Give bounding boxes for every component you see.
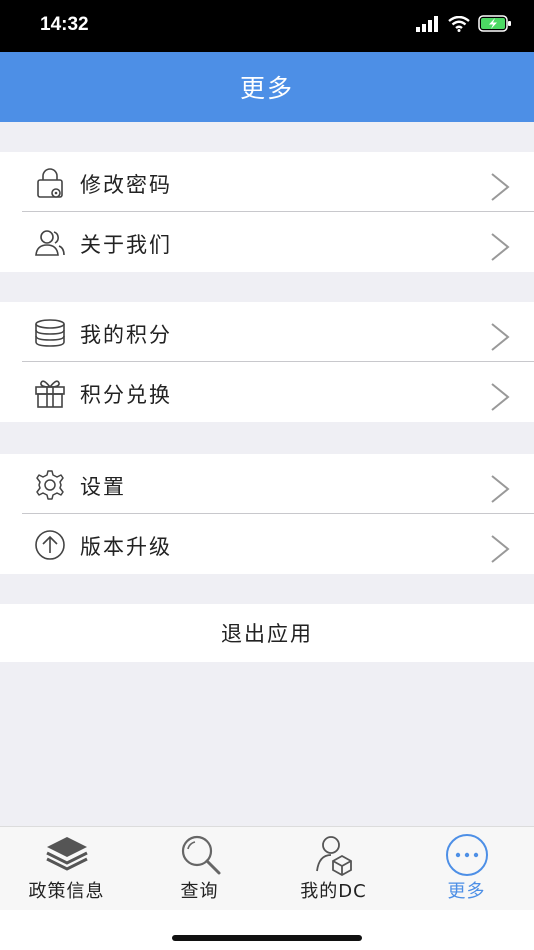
chevron-right-icon bbox=[491, 383, 510, 411]
database-icon bbox=[35, 319, 65, 347]
settings-group-account: 修改密码 关于我们 bbox=[0, 152, 534, 272]
tab-search[interactable]: 查询 bbox=[133, 827, 266, 911]
menu-item-change-password[interactable]: 修改密码 bbox=[0, 152, 534, 212]
tab-bar: 政策信息 查询 我的DC 更多 bbox=[0, 826, 534, 910]
more-dots-icon bbox=[446, 834, 488, 876]
tab-label: 政策信息 bbox=[28, 881, 105, 902]
settings-group-app: 设置 版本升级 bbox=[0, 454, 534, 574]
menu-item-settings[interactable]: 设置 bbox=[0, 454, 534, 514]
tab-policy-info[interactable]: 政策信息 bbox=[0, 827, 133, 911]
home-indicator[interactable] bbox=[172, 935, 362, 941]
chevron-right-icon bbox=[491, 233, 510, 261]
menu-item-label: 我的积分 bbox=[80, 323, 172, 347]
people-icon bbox=[35, 230, 65, 256]
wifi-icon bbox=[448, 15, 470, 32]
upgrade-arrow-icon bbox=[35, 530, 65, 560]
settings-group-points: 我的积分 积分兑换 bbox=[0, 302, 534, 422]
menu-item-about-us[interactable]: 关于我们 bbox=[0, 212, 534, 272]
chevron-right-icon bbox=[491, 173, 510, 201]
logout-label: 退出应用 bbox=[221, 622, 313, 646]
user-cube-icon bbox=[316, 836, 352, 877]
search-icon bbox=[181, 835, 221, 875]
battery-charging-icon bbox=[478, 15, 511, 32]
home-indicator-area bbox=[0, 910, 534, 950]
chevron-right-icon bbox=[491, 535, 510, 563]
tab-label: 查询 bbox=[180, 881, 219, 902]
tab-more[interactable]: 更多 bbox=[400, 827, 533, 911]
menu-item-points-exchange[interactable]: 积分兑换 bbox=[0, 362, 534, 422]
menu-item-version-upgrade[interactable]: 版本升级 bbox=[0, 514, 534, 574]
status-icons bbox=[416, 15, 512, 32]
menu-item-my-points[interactable]: 我的积分 bbox=[0, 302, 534, 362]
menu-item-label: 积分兑换 bbox=[80, 383, 172, 407]
status-time: 14:32 bbox=[40, 14, 89, 35]
lock-gear-icon bbox=[37, 168, 63, 198]
gift-icon bbox=[35, 380, 65, 408]
chevron-right-icon bbox=[491, 475, 510, 503]
menu-item-label: 关于我们 bbox=[80, 233, 172, 257]
cellular-signal-icon bbox=[416, 15, 438, 32]
tab-my-dc[interactable]: 我的DC bbox=[267, 827, 400, 911]
gear-icon bbox=[36, 470, 64, 500]
tab-label: 更多 bbox=[447, 881, 486, 902]
chevron-right-icon bbox=[491, 323, 510, 351]
page-title: 更多 bbox=[239, 74, 294, 103]
logout-button[interactable]: 退出应用 bbox=[0, 604, 534, 662]
menu-item-label: 修改密码 bbox=[80, 173, 172, 197]
status-bar: 14:32 bbox=[0, 0, 534, 52]
nav-bar: 更多 bbox=[0, 52, 534, 122]
tab-label: 我的DC bbox=[300, 881, 367, 902]
layers-icon bbox=[46, 837, 88, 871]
menu-item-label: 设置 bbox=[80, 475, 126, 499]
menu-item-label: 版本升级 bbox=[80, 535, 172, 559]
